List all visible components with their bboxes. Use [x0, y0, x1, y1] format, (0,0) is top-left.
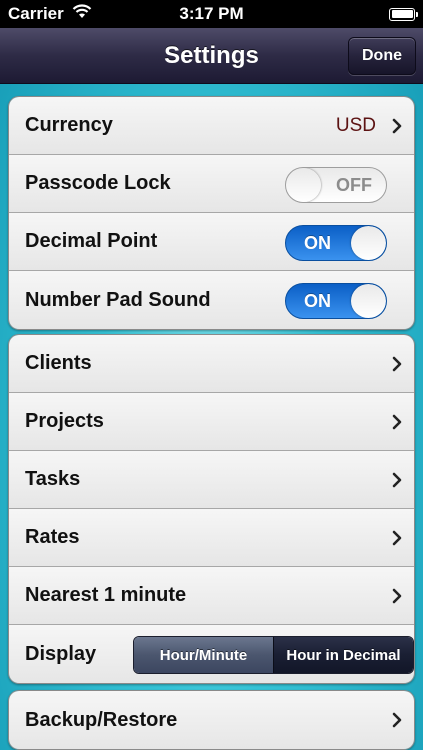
chevron-right-icon — [388, 355, 406, 373]
number-pad-sound-row: Number Pad Sound ON — [9, 271, 414, 329]
chevron-right-icon — [388, 117, 406, 135]
carrier-label: Carrier — [8, 4, 64, 23]
toggle-knob — [351, 226, 386, 260]
rounding-label: Nearest 1 minute — [25, 584, 187, 606]
status-left: Carrier — [8, 4, 92, 24]
general-settings-group: Currency USD Passcode Lock OFF Decimal P… — [8, 96, 415, 330]
passcode-lock-row: Passcode Lock OFF — [9, 155, 414, 213]
toggle-state-label: ON — [304, 233, 331, 253]
clients-label: Clients — [25, 352, 92, 374]
segment-hour-in-decimal[interactable]: Hour in Decimal — [273, 637, 413, 673]
projects-label: Projects — [25, 410, 104, 432]
currency-value: USD — [335, 114, 376, 136]
backup-restore-label: Backup/Restore — [25, 708, 178, 731]
decimal-point-toggle[interactable]: ON — [285, 225, 387, 261]
clients-row[interactable]: Clients — [9, 335, 414, 393]
backup-group: Backup/Restore — [8, 690, 415, 750]
chevron-right-icon — [388, 529, 406, 547]
rounding-row[interactable]: Nearest 1 minute — [9, 567, 414, 625]
rates-row[interactable]: Rates — [9, 509, 414, 567]
status-bar: Carrier 3:17 PM — [0, 0, 423, 28]
decimal-point-row: Decimal Point ON — [9, 213, 414, 271]
currency-row[interactable]: Currency USD — [9, 97, 414, 155]
chevron-right-icon — [388, 587, 406, 605]
chevron-right-icon — [388, 471, 406, 489]
rates-label: Rates — [25, 526, 80, 548]
currency-label: Currency — [25, 114, 113, 136]
data-settings-group: Clients Projects Tasks Rates Nearest 1 m… — [8, 334, 415, 684]
projects-row[interactable]: Projects — [9, 393, 414, 451]
chevron-right-icon — [388, 413, 406, 431]
toggle-knob — [286, 168, 321, 202]
passcode-lock-toggle[interactable]: OFF — [285, 167, 387, 203]
chevron-right-icon — [388, 711, 406, 729]
tasks-row[interactable]: Tasks — [9, 451, 414, 509]
toggle-state-label: ON — [304, 291, 331, 311]
battery-icon — [389, 7, 418, 21]
display-segmented-control: Hour/Minute Hour in Decimal — [133, 636, 414, 674]
segment-hour-minute[interactable]: Hour/Minute — [134, 637, 273, 673]
wifi-icon — [72, 4, 92, 24]
display-row: Display Hour/Minute Hour in Decimal — [9, 625, 414, 683]
toggle-knob — [351, 284, 386, 318]
backup-restore-row[interactable]: Backup/Restore — [9, 691, 414, 749]
number-pad-sound-toggle[interactable]: ON — [285, 283, 387, 319]
tasks-label: Tasks — [25, 468, 81, 490]
navigation-bar: Settings Done — [0, 28, 423, 84]
toggle-state-label: OFF — [336, 175, 372, 195]
done-button[interactable]: Done — [348, 37, 416, 75]
